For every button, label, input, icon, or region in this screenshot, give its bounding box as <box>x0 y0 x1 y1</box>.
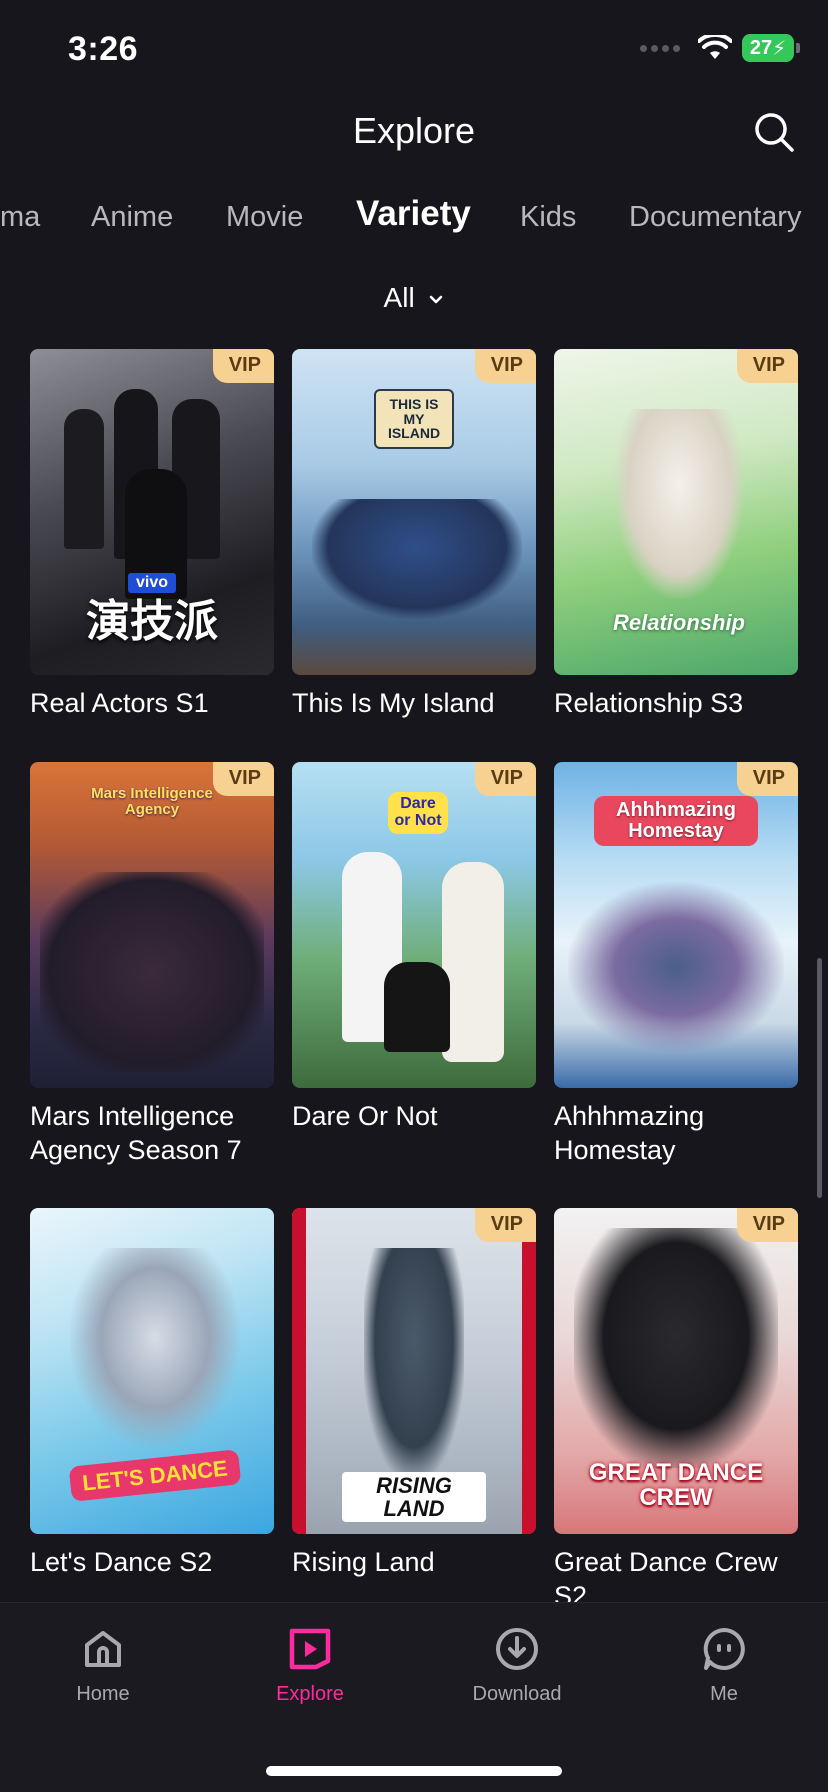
nav-download[interactable]: Download <box>447 1625 587 1706</box>
nav-me[interactable]: Me <box>654 1625 794 1706</box>
tab-drama[interactable]: ma <box>0 195 40 239</box>
vip-badge: VIP <box>736 1208 798 1242</box>
tab-kids[interactable]: Kids <box>520 195 576 239</box>
show-card[interactable]: THIS IS MY ISLAND VIP This Is My Island <box>292 349 536 720</box>
category-tabs: ma Anime Movie Variety Kids Documentary <box>0 192 828 245</box>
show-title: This Is My Island <box>292 688 495 718</box>
show-card[interactable]: Dare or Not VIP Dare Or Not <box>292 762 536 1133</box>
vip-badge: VIP <box>212 762 274 796</box>
wifi-icon <box>698 35 732 59</box>
nav-home[interactable]: Home <box>33 1625 173 1706</box>
poster-sublogo: vivo <box>128 573 177 593</box>
search-icon[interactable] <box>752 110 796 154</box>
show-title: Mars Intelligence Agency Season 7 <box>30 1101 242 1165</box>
poster-logo: 演技派 <box>86 597 218 646</box>
filter-dropdown[interactable]: All <box>0 282 828 314</box>
nav-label: Download <box>472 1683 562 1705</box>
poster-logo: Ahhhmazing Homestay <box>594 796 758 846</box>
home-indicator[interactable] <box>266 1766 562 1776</box>
vip-badge: VIP <box>474 762 536 796</box>
vip-badge: VIP <box>474 1208 536 1242</box>
show-poster: vivo 演技派 VIP <box>30 349 274 675</box>
vip-badge: VIP <box>736 349 798 383</box>
show-card[interactable]: vivo 演技派 VIP Real Actors S1 <box>30 349 274 720</box>
bottom-nav: Home Explore Download Me <box>0 1602 828 1792</box>
poster-logo: THIS IS MY ISLAND <box>374 389 454 450</box>
status-bar: 3:26 27 ⚡ <box>0 0 828 100</box>
nav-explore[interactable]: Explore <box>240 1625 380 1706</box>
nav-label: Explore <box>276 1683 344 1705</box>
profile-icon <box>703 1628 745 1670</box>
status-icons: 27 ⚡ <box>640 34 800 62</box>
signal-dots-icon <box>640 44 680 52</box>
show-card[interactable]: Mars Intelligence Agency VIP Mars Intell… <box>30 762 274 1167</box>
tab-documentary[interactable]: Documentary <box>629 195 801 239</box>
show-card[interactable]: Relationship VIP Relationship S3 <box>554 349 798 720</box>
show-poster: Relationship VIP <box>554 349 798 675</box>
battery-charging-icon: 27 ⚡ <box>742 34 800 62</box>
show-poster: LET'S DANCE <box>30 1208 274 1534</box>
show-title: Rising Land <box>292 1547 435 1577</box>
battery-level: 27 <box>749 36 773 59</box>
page-title: Explore <box>352 110 476 151</box>
show-title: Ahhhmazing Homestay <box>554 1101 705 1165</box>
download-icon <box>496 1628 538 1670</box>
tab-anime[interactable]: Anime <box>91 195 173 239</box>
show-poster: THIS IS MY ISLAND VIP <box>292 349 536 675</box>
filter-label: All <box>383 282 415 313</box>
show-title: Let's Dance S2 <box>30 1547 213 1577</box>
poster-logo: Dare or Not <box>388 792 448 834</box>
show-poster: GREAT DANCE CREW VIP <box>554 1208 798 1534</box>
tab-movie[interactable]: Movie <box>226 195 303 239</box>
poster-logo: RISING LAND <box>342 1472 486 1523</box>
show-title: Dare Or Not <box>292 1101 438 1131</box>
show-card[interactable]: LET'S DANCE Let's Dance S2 <box>30 1208 274 1579</box>
show-title: Real Actors S1 <box>30 688 209 718</box>
vip-badge: VIP <box>474 349 536 383</box>
tab-variety[interactable]: Variety <box>356 192 471 236</box>
show-poster: RISING LAND VIP <box>292 1208 536 1534</box>
show-title: Relationship S3 <box>554 688 744 718</box>
show-poster: Dare or Not VIP <box>292 762 536 1088</box>
nav-label: Me <box>710 1683 738 1705</box>
show-card[interactable]: RISING LAND VIP Rising Land <box>292 1208 536 1579</box>
explore-screen: 3:26 27 ⚡ Explore ma Anime Movie Variety … <box>0 0 828 1792</box>
poster-logo: Mars Intelligence Agency <box>91 785 213 818</box>
show-card[interactable]: GREAT DANCE CREW VIP Great Dance Crew S2 <box>554 1208 798 1613</box>
home-icon <box>85 1631 121 1667</box>
vip-badge: VIP <box>736 762 798 796</box>
show-card[interactable]: Ahhhmazing Homestay VIP Ahhhmazing Homes… <box>554 762 798 1167</box>
scrollbar[interactable] <box>817 958 822 1198</box>
vip-badge: VIP <box>212 349 274 383</box>
nav-label: Home <box>76 1683 130 1705</box>
poster-logo: Relationship <box>612 610 745 635</box>
show-poster: Ahhhmazing Homestay VIP <box>554 762 798 1088</box>
status-time: 3:26 <box>68 30 139 68</box>
explore-icon <box>289 1628 331 1670</box>
poster-logo: GREAT DANCE CREW <box>588 1459 764 1512</box>
chevron-down-icon <box>430 295 443 303</box>
show-poster: Mars Intelligence Agency VIP <box>30 762 274 1088</box>
